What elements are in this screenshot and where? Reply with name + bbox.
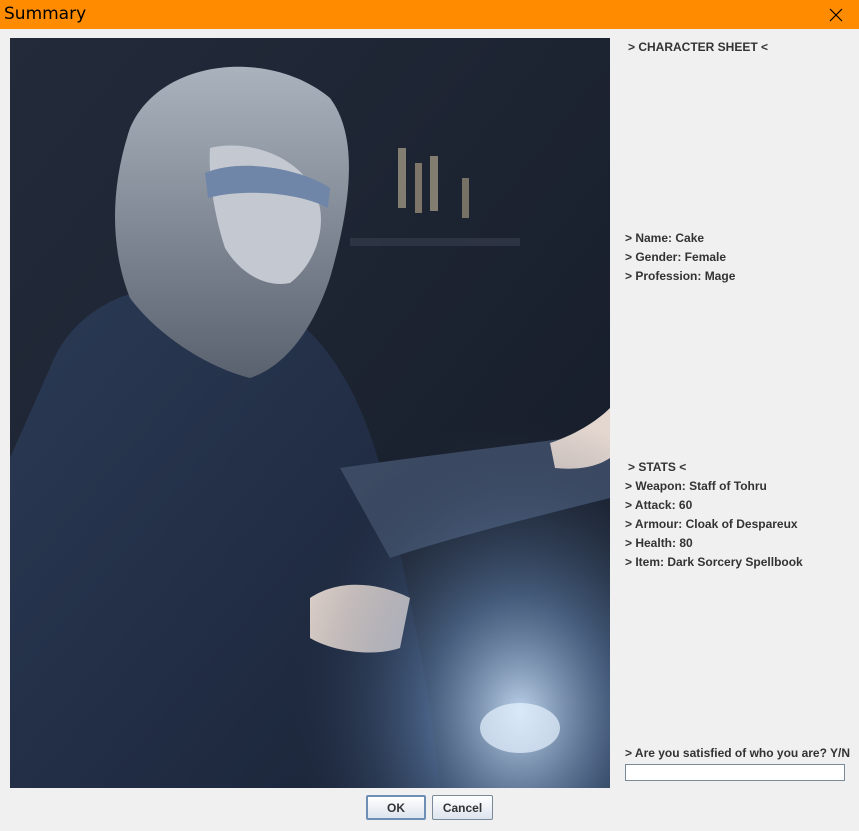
cancel-button[interactable]: Cancel — [432, 795, 493, 820]
close-button[interactable] — [813, 0, 859, 29]
satisfaction-question: > Are you satisfied of who you are? Y/N — [625, 746, 851, 760]
armour-line: > Armour: Cloak of Despareux — [625, 517, 798, 531]
attack-line: > Attack: 60 — [625, 498, 693, 512]
gender-line: > Gender: Female — [625, 250, 727, 264]
title-bar: Summary — [0, 0, 859, 29]
health-line: > Health: 80 — [625, 536, 693, 550]
ok-button[interactable]: OK — [366, 795, 426, 820]
close-icon — [829, 8, 843, 21]
answer-input[interactable] — [625, 764, 845, 781]
name-line: > Name: Cake — [625, 231, 705, 245]
character-portrait — [10, 38, 610, 788]
character-sheet-heading: > CHARACTER SHEET < — [628, 40, 769, 54]
item-line: > Item: Dark Sorcery Spellbook — [625, 555, 803, 569]
weapon-line: > Weapon: Staff of Tohru — [625, 479, 767, 493]
summary-dialog: Summary > CHARACTER SHEET < > Name: Cake… — [0, 0, 859, 831]
stats-heading: > STATS < — [628, 460, 687, 474]
window-title: Summary — [4, 4, 87, 24]
profession-line: > Profession: Mage — [625, 269, 736, 283]
